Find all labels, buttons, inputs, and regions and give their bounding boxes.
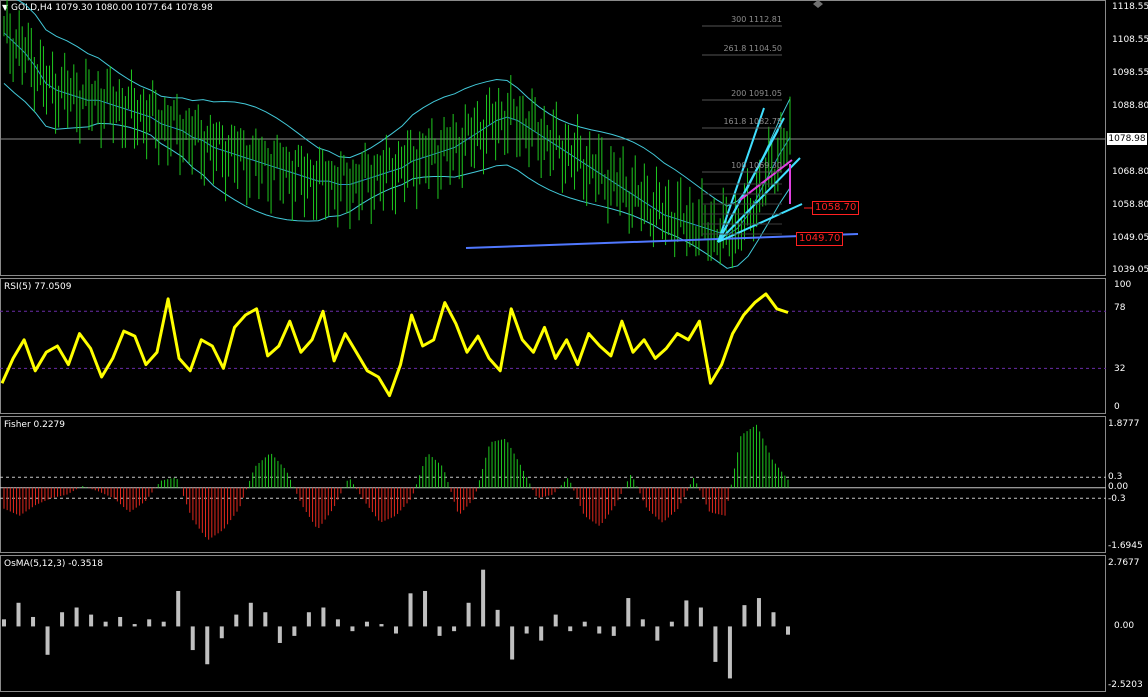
osma-bar (2, 619, 6, 627)
osma-bar (132, 624, 137, 627)
osma-bar (626, 598, 631, 627)
osma-bar (698, 607, 703, 627)
osma-bar (713, 626, 718, 662)
osma-bar (539, 626, 544, 641)
osma-bar (466, 602, 471, 627)
osma-bar (306, 612, 311, 627)
osma-bar (60, 612, 65, 627)
osma-bar (669, 621, 674, 627)
osma-bar (568, 626, 573, 632)
osma-bar (161, 621, 166, 627)
rsi-axis-label: 78 (1114, 303, 1126, 313)
fib-level-label: 300 1112.81 (731, 15, 782, 24)
fib-level-label: 261.8 1104.50 (723, 44, 782, 53)
osma-bar (524, 626, 529, 634)
price-axis-label: 1108.55 (1112, 35, 1148, 45)
price-chart-canvas: 300 1112.81 261.8 1104.50 200 1091.05 161.8… (0, 0, 1106, 269)
osma-bar (89, 614, 94, 627)
fib-level-label: 161.8 1082.75 (723, 117, 782, 126)
fisher-axis-label: -1.6945 (1108, 541, 1143, 551)
rsi-axis-label: 0 (1114, 402, 1120, 412)
osma-bar (640, 619, 645, 627)
osma-bar (31, 616, 36, 627)
osma-bar (553, 614, 558, 627)
price-axis-label: 1068.80 (1112, 167, 1148, 177)
rsi-axis-label: 32 (1114, 364, 1126, 374)
osma-bar (16, 602, 21, 627)
osma-bar (263, 612, 268, 627)
osma-bar (481, 569, 486, 627)
osma-bar (655, 626, 660, 641)
rsi-canvas (0, 292, 1106, 398)
fisher-axis-label: 1.8777 (1108, 419, 1140, 429)
target-price-box[interactable]: 1049.70 (796, 232, 844, 246)
osma-bar (205, 626, 210, 665)
fisher-canvas (0, 424, 1106, 540)
price-axis-label: 1088.80 (1112, 101, 1148, 111)
osma-bar (394, 626, 398, 634)
osma-bar (103, 621, 108, 627)
scroll-marker-icon (813, 0, 823, 8)
price-axis-label: 1098.55 (1112, 68, 1148, 78)
osma-axis: 2.7677 0.00 -2.5203 (1106, 555, 1148, 692)
osma-bar (452, 626, 457, 632)
osma-bar (510, 626, 515, 660)
osma-bar (219, 626, 224, 639)
price-axis-label: 1049.05 (1112, 233, 1148, 243)
rsi-axis: 100 78 32 0 (1106, 278, 1148, 414)
fisher-axis-label: 0.3 (1108, 472, 1123, 482)
osma-bar (611, 626, 616, 636)
fisher-axis: 1.8777 0.3 0.00 -0.3 -1.6945 (1106, 416, 1148, 553)
osma-bar (74, 607, 79, 627)
price-axis-label: 1118.55 (1112, 2, 1148, 12)
osma-bar (786, 626, 790, 635)
fisher-axis-label: 0.00 (1108, 482, 1129, 492)
osma-bar (45, 626, 50, 655)
osma-bar (292, 626, 297, 636)
osma-bar (190, 626, 195, 651)
osma-bar (335, 619, 340, 627)
osma-bar (234, 614, 239, 627)
fib-level-label: 100 1069.30 (731, 161, 782, 170)
osma-bar (118, 616, 123, 627)
osma-bar (582, 621, 587, 627)
rsi-line (0, 292, 789, 398)
osma-bar (364, 621, 369, 627)
osma-bar (277, 626, 282, 643)
osma-canvas (2, 569, 790, 679)
osma-bar (176, 590, 181, 627)
osma-bar (684, 600, 689, 627)
fisher-axis-label: -0.3 (1108, 494, 1126, 504)
osma-bar (597, 626, 602, 634)
price-axis-label: 1039.05 (1112, 265, 1148, 275)
gann-fan-line (717, 157, 801, 243)
osma-bar (423, 590, 428, 627)
osma-bar (437, 626, 442, 636)
osma-axis-label: 0.00 (1114, 621, 1135, 631)
osma-bar (350, 626, 355, 632)
osma-bar (248, 602, 253, 627)
current-price-tag: 1078.98 (1107, 133, 1147, 145)
osma-bar (756, 598, 761, 627)
osma-bar (379, 624, 384, 627)
osma-bar (771, 612, 776, 627)
osma-axis-label: 2.7677 (1108, 558, 1140, 568)
osma-bar (742, 605, 747, 627)
osma-bar (408, 593, 413, 627)
rsi-axis-label: 100 (1114, 280, 1132, 290)
price-axis-label: 1058.80 (1112, 200, 1148, 210)
osma-bar (495, 609, 500, 627)
osma-bar (727, 626, 732, 679)
osma-bar (147, 619, 152, 627)
osma-bar (321, 607, 326, 627)
fib-level-label: 200 1091.05 (731, 89, 782, 98)
osma-axis-label: -2.5203 (1108, 680, 1143, 690)
target-price-box[interactable]: 1058.70 (812, 201, 860, 215)
